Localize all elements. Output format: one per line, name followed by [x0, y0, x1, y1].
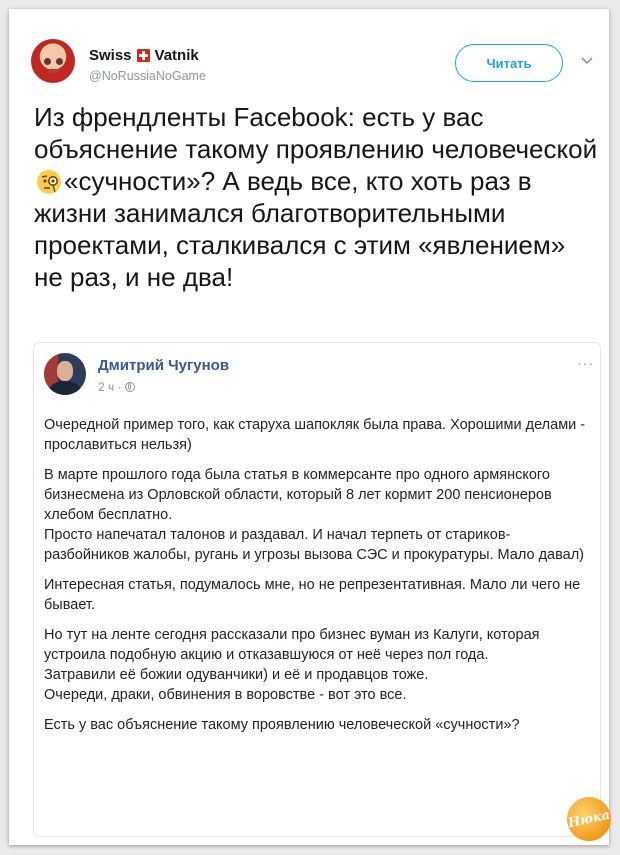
author-avatar[interactable] [31, 39, 75, 83]
more-options-button[interactable]: ··· [577, 355, 594, 371]
fb-paragraph: Есть у вас объяснение такому проявлению … [44, 717, 520, 733]
tweet-text-part-1: Из френдленты Facebook: есть у вас объяс… [34, 102, 598, 164]
author-name[interactable]: Swiss Vatnik [89, 47, 199, 64]
fb-paragraph: Но тут на ленте сегодня рассказали про б… [44, 627, 540, 703]
follow-button[interactable]: Читать [455, 44, 563, 82]
fb-author-avatar[interactable] [44, 353, 86, 395]
tweet-card: Swiss Vatnik @NoRussiaNoGame Читать Из ф… [9, 9, 616, 846]
author-handle[interactable]: @NoRussiaNoGame [89, 69, 206, 83]
swiss-flag-icon [136, 49, 150, 62]
face-with-monocle-icon [37, 170, 61, 194]
fb-post-meta: 2 ч · [98, 380, 135, 394]
tweet-text-part-2: «сучности»? А ведь все, кто хоть раз в ж… [34, 166, 566, 292]
chevron-down-icon[interactable] [579, 53, 595, 69]
tweet-text: Из френдленты Facebook: есть у вас объяс… [34, 101, 599, 293]
fb-post-body: Очередной пример того, как старуха шапок… [44, 415, 589, 745]
fb-author-name[interactable]: Дмитрий Чугунов [98, 357, 229, 374]
author-name-second: Vatnik [154, 47, 199, 64]
fb-paragraph: Интересная статья, подумалось мне, но не… [44, 577, 581, 613]
facebook-post-embed[interactable]: Дмитрий Чугунов 2 ч · ··· Очередной прим… [33, 342, 601, 837]
globe-icon [124, 382, 135, 392]
fb-paragraph: В марте прошлого года была статья в комм… [44, 467, 584, 563]
fb-post-time[interactable]: 2 ч · [98, 380, 122, 394]
author-name-first: Swiss [89, 47, 132, 64]
fb-paragraph: Очередной пример того, как старуха шапок… [44, 417, 586, 453]
